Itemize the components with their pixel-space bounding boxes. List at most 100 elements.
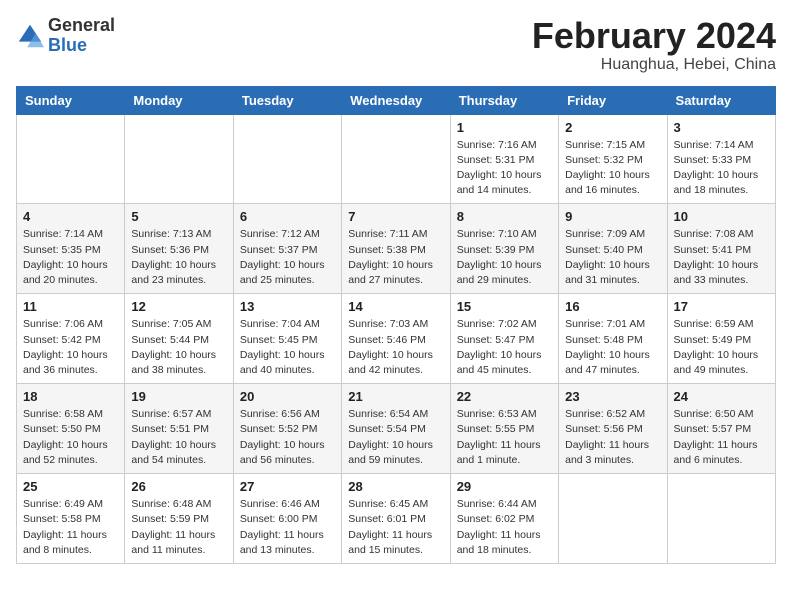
day-cell: 9Sunrise: 7:09 AMSunset: 5:40 PMDaylight… [559, 204, 667, 294]
day-number: 13 [240, 299, 335, 314]
day-cell: 3Sunrise: 7:14 AMSunset: 5:33 PMDaylight… [667, 114, 775, 204]
day-info: Sunrise: 7:01 AMSunset: 5:48 PMDaylight:… [565, 317, 660, 378]
logo-general: General [48, 15, 115, 35]
day-cell: 18 Sunrise: 6:58 AMSunset: 5:50 PMDayligh… [17, 384, 125, 474]
day-info: Sunrise: 6:44 AMSunset: 6:02 PMDaylight:… [457, 497, 552, 558]
day-number: 10 [674, 209, 769, 224]
day-number: 16 [565, 299, 660, 314]
week-row-1: 1Sunrise: 7:16 AMSunset: 5:31 PMDaylight… [17, 114, 776, 204]
day-cell: 22 Sunrise: 6:53 AMSunset: 5:55 PMDayligh… [450, 384, 558, 474]
day-cell [17, 114, 125, 204]
week-row-5: 25 Sunrise: 6:49 AMSunset: 5:58 PMDayligh… [17, 474, 776, 564]
day-info: Sunrise: 7:02 AMSunset: 5:47 PMDaylight:… [457, 317, 552, 378]
day-info: Sunrise: 6:59 AMSunset: 5:49 PMDaylight:… [674, 317, 769, 378]
day-cell: 21 Sunrise: 6:54 AMSunset: 5:54 PMDayligh… [342, 384, 450, 474]
month-title: February 2024 [532, 16, 776, 56]
day-cell: 6 Sunrise: 7:12 AMSunset: 5:37 PMDaylight… [233, 204, 341, 294]
day-cell: 29 Sunrise: 6:44 AMSunset: 6:02 PMDayligh… [450, 474, 558, 564]
day-number: 3 [674, 120, 769, 135]
day-cell: 19 Sunrise: 6:57 AMSunset: 5:51 PMDayligh… [125, 384, 233, 474]
day-info: Sunrise: 7:13 AMSunset: 5:36 PMDaylight:… [131, 227, 226, 288]
day-cell: 25 Sunrise: 6:49 AMSunset: 5:58 PMDayligh… [17, 474, 125, 564]
day-info: Sunrise: 7:08 AMSunset: 5:41 PMDaylight:… [674, 227, 769, 288]
day-cell: 24 Sunrise: 6:50 AMSunset: 5:57 PMDayligh… [667, 384, 775, 474]
day-cell [233, 114, 341, 204]
day-number: 15 [457, 299, 552, 314]
day-number: 11 [23, 299, 118, 314]
logo-blue: Blue [48, 35, 87, 55]
day-info: Sunrise: 7:11 AMSunset: 5:38 PMDaylight:… [348, 227, 443, 288]
day-cell: 16 Sunrise: 7:01 AMSunset: 5:48 PMDayligh… [559, 294, 667, 384]
day-number: 27 [240, 479, 335, 494]
day-info: Sunrise: 6:53 AMSunset: 5:55 PMDaylight:… [457, 407, 552, 468]
week-row-2: 4Sunrise: 7:14 AMSunset: 5:35 PMDaylight… [17, 204, 776, 294]
day-number: 8 [457, 209, 552, 224]
day-number: 17 [674, 299, 769, 314]
day-cell: 1Sunrise: 7:16 AMSunset: 5:31 PMDaylight… [450, 114, 558, 204]
day-cell: 26 Sunrise: 6:48 AMSunset: 5:59 PMDayligh… [125, 474, 233, 564]
day-number: 19 [131, 389, 226, 404]
day-info: Sunrise: 6:54 AMSunset: 5:54 PMDaylight:… [348, 407, 443, 468]
day-number: 24 [674, 389, 769, 404]
day-cell: 10 Sunrise: 7:08 AMSunset: 5:41 PMDayligh… [667, 204, 775, 294]
day-number: 20 [240, 389, 335, 404]
page-header: General Blue February 2024 Huanghua, Heb… [16, 16, 776, 74]
day-info: Sunrise: 6:50 AMSunset: 5:57 PMDaylight:… [674, 407, 769, 468]
day-info: Sunrise: 7:12 AMSunset: 5:37 PMDaylight:… [240, 227, 335, 288]
header-wednesday: Wednesday [342, 86, 450, 114]
day-cell: 20 Sunrise: 6:56 AMSunset: 5:52 PMDayligh… [233, 384, 341, 474]
day-cell: 15 Sunrise: 7:02 AMSunset: 5:47 PMDayligh… [450, 294, 558, 384]
day-cell: 4Sunrise: 7:14 AMSunset: 5:35 PMDaylight… [17, 204, 125, 294]
calendar-body: 1Sunrise: 7:16 AMSunset: 5:31 PMDaylight… [17, 114, 776, 563]
day-cell [667, 474, 775, 564]
week-row-3: 11 Sunrise: 7:06 AMSunset: 5:42 PMDayligh… [17, 294, 776, 384]
day-cell: 8Sunrise: 7:10 AMSunset: 5:39 PMDaylight… [450, 204, 558, 294]
day-cell: 12Sunrise: 7:05 AMSunset: 5:44 PMDayligh… [125, 294, 233, 384]
day-info: Sunrise: 7:16 AMSunset: 5:31 PMDaylight:… [457, 138, 552, 199]
day-cell: 14Sunrise: 7:03 AMSunset: 5:46 PMDayligh… [342, 294, 450, 384]
day-info: Sunrise: 6:58 AMSunset: 5:50 PMDaylight:… [23, 407, 118, 468]
day-number: 29 [457, 479, 552, 494]
day-info: Sunrise: 7:15 AMSunset: 5:32 PMDaylight:… [565, 138, 660, 199]
day-cell: 7 Sunrise: 7:11 AMSunset: 5:38 PMDaylight… [342, 204, 450, 294]
day-number: 4 [23, 209, 118, 224]
day-cell: 23 Sunrise: 6:52 AMSunset: 5:56 PMDayligh… [559, 384, 667, 474]
day-number: 26 [131, 479, 226, 494]
day-number: 2 [565, 120, 660, 135]
day-cell [125, 114, 233, 204]
day-info: Sunrise: 6:52 AMSunset: 5:56 PMDaylight:… [565, 407, 660, 468]
title-block: February 2024 Huanghua, Hebei, China [532, 16, 776, 74]
logo-text: General Blue [48, 16, 115, 56]
day-info: Sunrise: 7:04 AMSunset: 5:45 PMDaylight:… [240, 317, 335, 378]
day-number: 7 [348, 209, 443, 224]
day-number: 18 [23, 389, 118, 404]
day-cell: 5Sunrise: 7:13 AMSunset: 5:36 PMDaylight… [125, 204, 233, 294]
day-info: Sunrise: 6:57 AMSunset: 5:51 PMDaylight:… [131, 407, 226, 468]
day-info: Sunrise: 6:49 AMSunset: 5:58 PMDaylight:… [23, 497, 118, 558]
header-friday: Friday [559, 86, 667, 114]
day-number: 6 [240, 209, 335, 224]
day-info: Sunrise: 7:05 AMSunset: 5:44 PMDaylight:… [131, 317, 226, 378]
day-number: 22 [457, 389, 552, 404]
day-number: 25 [23, 479, 118, 494]
day-cell: 13 Sunrise: 7:04 AMSunset: 5:45 PMDayligh… [233, 294, 341, 384]
day-cell [342, 114, 450, 204]
day-info: Sunrise: 6:45 AMSunset: 6:01 PMDaylight:… [348, 497, 443, 558]
day-info: Sunrise: 6:48 AMSunset: 5:59 PMDaylight:… [131, 497, 226, 558]
header-thursday: Thursday [450, 86, 558, 114]
header-monday: Monday [125, 86, 233, 114]
day-cell [559, 474, 667, 564]
day-number: 28 [348, 479, 443, 494]
calendar-table: SundayMondayTuesdayWednesdayThursdayFrid… [16, 86, 776, 564]
day-number: 23 [565, 389, 660, 404]
day-number: 21 [348, 389, 443, 404]
day-info: Sunrise: 6:56 AMSunset: 5:52 PMDaylight:… [240, 407, 335, 468]
header-saturday: Saturday [667, 86, 775, 114]
day-info: Sunrise: 7:03 AMSunset: 5:46 PMDaylight:… [348, 317, 443, 378]
day-info: Sunrise: 7:06 AMSunset: 5:42 PMDaylight:… [23, 317, 118, 378]
day-number: 9 [565, 209, 660, 224]
location-subtitle: Huanghua, Hebei, China [532, 56, 776, 74]
header-tuesday: Tuesday [233, 86, 341, 114]
day-cell: 28 Sunrise: 6:45 AMSunset: 6:01 PMDayligh… [342, 474, 450, 564]
header-sunday: Sunday [17, 86, 125, 114]
